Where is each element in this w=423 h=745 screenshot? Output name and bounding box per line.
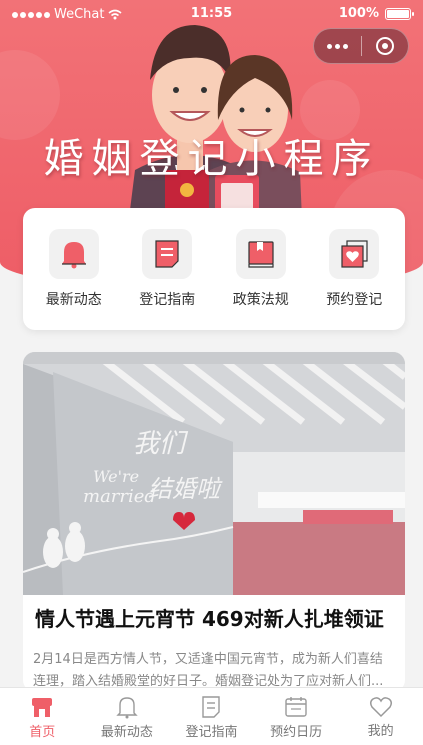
calendar-icon [285,697,307,717]
tab-label: 预约日历 [270,725,323,740]
menu-item-guide[interactable]: 登记指南 [122,229,212,309]
news-title: 情人节遇上元宵节 469对新人扎堆领证 [35,607,384,631]
book-icon [235,229,286,279]
heart-calendar-icon [329,229,380,279]
tab-label: 登记指南 [185,725,238,740]
more-button[interactable] [314,43,361,49]
banner-title: 婚姻登记小程序 [43,136,380,182]
bell-icon [48,229,99,279]
tab-home[interactable]: 首页 [0,688,85,745]
tab-mine[interactable]: 我的 [338,688,423,745]
news-summary: 2月14日是西方情人节，又适逢中国元宵节，成为新人们喜结连理，踏入结婚殿堂的好日… [33,652,384,689]
tab-label: 最新动态 [100,725,153,740]
svg-text:我们: 我们 [133,429,189,459]
tab-calendar[interactable]: 预约日历 [254,688,339,745]
quick-menu: 最新动态 登记指南 政策法规 预约登记 [23,208,405,330]
tab-label: 首页 [29,725,56,740]
tab-guide[interactable]: 登记指南 [169,688,254,745]
svg-text:married: married [83,486,156,507]
status-bar: WeChat 11:55 100% [0,0,423,30]
tab-bar: 首页 最新动态 登记指南 预约日历 我的 [0,687,423,745]
close-miniprogram-button[interactable] [362,37,409,55]
battery-icon [385,7,414,20]
miniprogram-capsule [313,28,409,64]
document-icon [202,696,221,718]
menu-item-policy[interactable]: 政策法规 [216,229,306,309]
document-icon [142,229,193,279]
battery-percent: 100% [338,6,379,21]
home-icon [32,698,53,717]
svg-text:结婚啦: 结婚啦 [148,475,223,503]
bell-icon [116,697,138,719]
tab-news[interactable]: 最新动态 [85,688,170,745]
news-image: 我们 We're married 结婚啦 [23,352,405,595]
menu-item-appointment[interactable]: 预约登记 [309,229,399,309]
menu-item-news[interactable]: 最新动态 [29,229,119,309]
news-card[interactable]: 我们 We're married 结婚啦 情人节遇上元宵节 469对新人扎堆领证… [23,352,405,692]
tab-label: 我的 [367,724,394,739]
svg-text:We're: We're [93,467,139,486]
heart-icon [369,697,392,718]
